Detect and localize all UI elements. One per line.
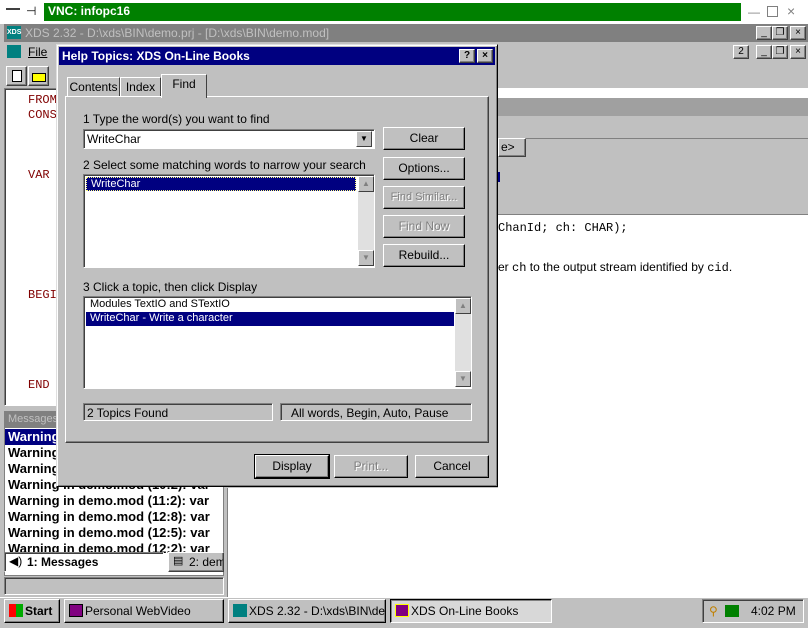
find-now-button[interactable]: Find Now [383,215,465,238]
system-tray: ⚲ 4:02 PM [702,599,804,623]
mdi-minimize-button[interactable]: _ [756,45,772,59]
code-line: BEGI [28,288,57,302]
doc-desc-code1: ch [512,261,527,275]
search-combobox[interactable]: WriteChar ▼ [83,129,375,149]
xds-restore-button[interactable]: ❐ [772,26,788,40]
topics-found-status: 2 Topics Found [83,403,273,421]
xds-icon [233,604,247,617]
step1-label: 1 Type the word(s) you want to find [83,112,270,126]
xds-minimize-button[interactable]: _ [756,26,772,40]
tab-find[interactable]: Find [161,74,207,98]
mdi-help-button[interactable]: 2 [733,45,749,59]
doc-link-row [526,138,808,157]
document-icon: ▤ [173,555,184,567]
message-line[interactable]: Warning in demo.mod (12:5): var [8,525,210,540]
doc-toolbar-band [498,98,808,116]
doc-lower-area [228,488,498,598]
doc-desc-code2: cid [707,261,729,275]
xds-title: XDS 2.32 - D:\xds\BIN\demo.prj - [D:\xds… [25,26,330,40]
vnc-titlebar[interactable]: ⊣ VNC: infopc16 — × [0,0,808,24]
display-button[interactable]: Display [254,454,330,479]
new-file-icon[interactable] [6,66,27,86]
tab-messages[interactable]: ◀) 1: Messages [4,552,164,572]
scroll-up-icon[interactable]: ▲ [358,176,374,192]
cancel-button[interactable]: Cancel [415,455,489,478]
message-line[interactable]: Warning in demo.mod (11:2): var [8,493,209,508]
status-bar [4,577,224,595]
mdi-close-button[interactable]: × [790,45,806,59]
runner-icon[interactable]: ⚲ [709,604,718,618]
xds-doc-icon[interactable] [7,45,21,58]
book-icon [395,604,409,617]
code-line: VAR [28,168,50,182]
doc-header-area [498,157,808,215]
rebuild-button[interactable]: Rebuild... [383,244,465,267]
vnc-title-area: VNC: infopc16 [44,3,741,21]
xds-close-button[interactable]: × [790,26,806,40]
scroll-up-icon[interactable]: ▲ [455,298,471,314]
dialog-title: Help Topics: XDS On-Line Books [62,49,250,63]
doc-panel: e> ChanId; ch: CHAR); er ch to the outpu… [498,88,808,598]
help-topics-dialog: Help Topics: XDS On-Line Books ? × Conte… [56,44,498,487]
chevron-down-icon[interactable]: ▼ [356,131,372,147]
dialog-close-button[interactable]: × [477,49,493,63]
dialog-titlebar[interactable]: Help Topics: XDS On-Line Books ? × [59,47,495,65]
taskbar-item-webvideo[interactable]: Personal WebVideo [64,599,224,623]
dialog-help-button[interactable]: ? [459,49,475,63]
topics-list[interactable]: Modules TextIO and STextIO WriteChar - W… [83,296,472,389]
vnc-title: VNC: infopc16 [48,4,131,18]
scroll-down-icon[interactable]: ▼ [455,371,471,387]
vnc-minimize-button[interactable]: — [748,5,760,19]
speaker-icon: ◀) [9,554,23,568]
open-folder-icon[interactable] [28,66,49,86]
doc-desc-prefix: er [498,260,513,274]
taskbar-item-xds[interactable]: XDS 2.32 - D:\xds\BIN\de... [228,599,386,623]
code-line: END [28,378,50,392]
list-item[interactable]: WriteChar [86,177,356,191]
print-button[interactable]: Print... [334,455,408,478]
code-line: FROM [28,93,57,107]
message-line[interactable]: Warning in demo.mod (12:8): var [8,509,210,524]
doc-description: er ch to the output stream identified by… [498,260,732,275]
doc-button-row [498,116,808,138]
xds-app-icon[interactable]: XDS [7,26,21,39]
find-similar-button[interactable]: Find Similar... [383,186,465,209]
webvideo-icon [69,604,83,617]
vnc-maximize-button[interactable] [767,6,778,17]
search-options-status: All words, Begin, Auto, Pause [280,403,472,421]
vnc-menu-icon[interactable] [6,8,20,10]
doc-blue-accent [498,172,500,182]
step3-label: 3 Click a topic, then click Display [83,280,258,294]
doc-desc-mid: to the output stream identified by [526,260,708,274]
scroll-down-icon[interactable]: ▼ [358,250,374,266]
start-button[interactable]: Start [4,599,60,623]
editor-pane[interactable] [4,88,60,406]
doc-link-button[interactable]: e> [498,138,526,157]
clock: 4:02 PM [751,604,796,618]
tab-index[interactable]: Index [120,77,161,97]
tab-demo[interactable]: ▤ 2: dem [168,552,224,572]
tab-contents[interactable]: Contents [67,77,120,97]
doc-desc-suffix: . [728,260,733,274]
windows-logo-icon [9,604,23,617]
network-icon[interactable] [725,605,739,617]
list-item[interactable]: WriteChar - Write a character [86,312,454,326]
code-line: CONS [28,108,57,122]
doc-signature: ChanId; ch: CHAR); [498,221,628,235]
clear-button[interactable]: Clear [383,127,465,150]
matching-words-scrollbar[interactable]: ▲ ▼ [358,176,374,266]
options-button[interactable]: Options... [383,157,465,180]
mdi-restore-button[interactable]: ❐ [772,45,788,59]
xds-titlebar[interactable]: XDS XDS 2.32 - D:\xds\BIN\demo.prj - [D:… [4,24,808,42]
vnc-close-button[interactable]: × [787,3,795,19]
search-input[interactable]: WriteChar [87,132,141,146]
matching-words-list[interactable]: WriteChar ▲ ▼ [83,174,375,268]
step2-label: 2 Select some matching words to narrow y… [83,158,366,172]
menu-file[interactable]: File [28,45,47,59]
pin-icon[interactable]: ⊣ [26,5,36,17]
taskbar-item-online-books[interactable]: XDS On-Line Books [390,599,552,623]
list-item[interactable]: Modules TextIO and STextIO [86,298,454,312]
topics-scrollbar[interactable]: ▲ ▼ [455,298,471,387]
